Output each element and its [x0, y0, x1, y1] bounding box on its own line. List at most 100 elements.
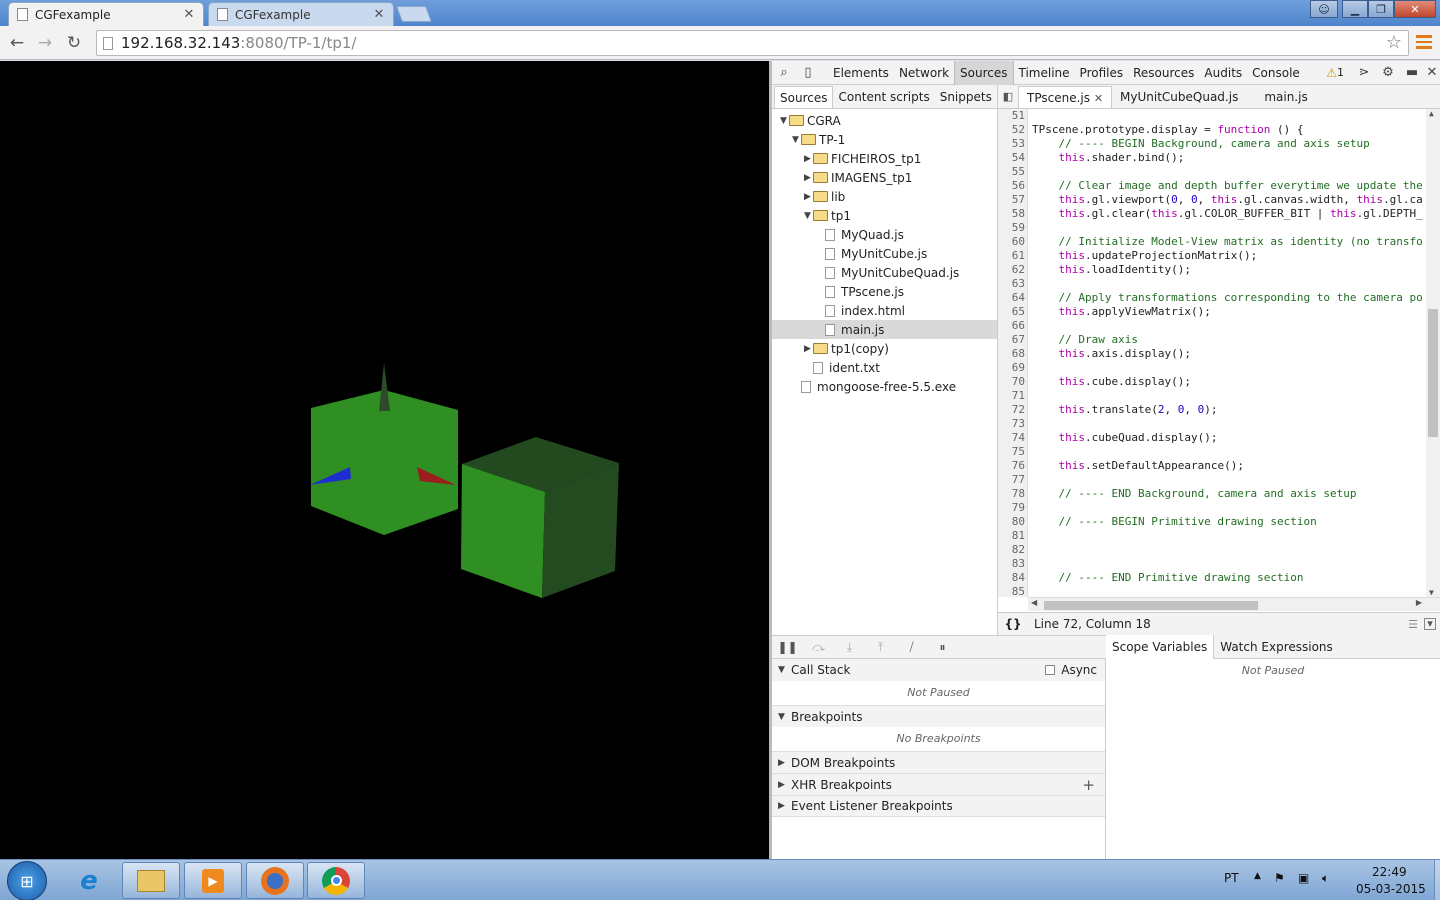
dom-breakpoints-header[interactable]: ▶ DOM Breakpoints — [772, 751, 1105, 773]
code-line[interactable] — [1032, 109, 1440, 123]
line-number[interactable]: 69 — [998, 361, 1027, 375]
xhr-breakpoints-header[interactable]: ▶ XHR Breakpoints + — [772, 773, 1105, 795]
panel-audits[interactable]: Audits — [1199, 61, 1247, 85]
firefox-icon[interactable] — [246, 862, 304, 899]
line-number[interactable]: 77 — [998, 473, 1027, 487]
step-out-icon[interactable]: ⤒ — [865, 640, 896, 655]
code-line[interactable]: this.translate(2, 0, 0); — [1032, 403, 1440, 417]
step-into-icon[interactable]: ⤓ — [834, 640, 865, 655]
bookmark-star-icon[interactable]: ☆ — [1386, 32, 1402, 53]
tree-item[interactable]: ▶ IMAGENS_tp1 — [772, 168, 997, 187]
reload-icon[interactable]: ↻ — [61, 30, 87, 56]
collapsed-triangle-icon[interactable]: ▶ — [802, 344, 813, 354]
device-mode-icon[interactable]: ▯ — [796, 65, 820, 80]
navigator-tab-snippets[interactable]: Snippets — [935, 86, 997, 108]
line-number[interactable]: 51 — [998, 109, 1027, 123]
expanded-triangle-icon[interactable]: ▼ — [802, 211, 813, 221]
code-line[interactable] — [1032, 361, 1440, 375]
pause-on-exceptions-icon[interactable]: ⏸ — [927, 640, 958, 655]
panel-sources[interactable]: Sources — [954, 60, 1014, 85]
code-area[interactable]: 51 52 53 54 55 56 57 58 59 60 61 62 63 64 65 66 67 68 69 70… — [998, 109, 1440, 597]
editor-tab-tpscene[interactable]: TPscene.js ✕ — [1018, 85, 1113, 108]
line-number[interactable]: 85 — [998, 585, 1027, 597]
back-icon[interactable]: ← — [4, 30, 30, 56]
code-line[interactable]: // ---- END Background, camera and axis … — [1032, 487, 1440, 501]
tree-item[interactable]: MyQuad.js — [772, 225, 997, 244]
vertical-scrollbar[interactable]: ▲ ▼ — [1426, 109, 1440, 597]
line-number[interactable]: 80 — [998, 515, 1027, 529]
browser-tab-2[interactable]: CGFexample ✕ — [208, 2, 394, 26]
media-player-icon[interactable]: ▶ — [184, 862, 242, 899]
code-line[interactable] — [1032, 277, 1440, 291]
line-number[interactable]: 58 — [998, 207, 1027, 221]
line-number[interactable]: 72 — [998, 403, 1027, 417]
breakpoints-header[interactable]: ▼ Breakpoints — [772, 705, 1105, 727]
code-line[interactable]: // Apply transformations corresponding t… — [1032, 291, 1440, 305]
line-number[interactable]: 81 — [998, 529, 1027, 543]
code-lines[interactable]: TPscene.prototype.display = function () … — [1032, 109, 1440, 597]
deactivate-breakpoints-icon[interactable]: ⧸ — [896, 640, 927, 655]
tree-item[interactable]: ▼ CGRA — [772, 111, 997, 130]
line-number[interactable]: 83 — [998, 557, 1027, 571]
close-devtools-icon[interactable]: ✕ — [1424, 65, 1440, 80]
line-number[interactable]: 66 — [998, 319, 1027, 333]
show-hidden-icons-icon[interactable]: ▲ — [1254, 871, 1261, 881]
code-line[interactable]: this.cube.display(); — [1032, 375, 1440, 389]
pretty-print-button[interactable]: {} — [998, 617, 1028, 631]
file-explorer-icon[interactable] — [122, 862, 180, 899]
code-line[interactable]: this.loadIdentity(); — [1032, 263, 1440, 277]
chrome-menu-icon[interactable] — [1416, 35, 1432, 49]
event-breakpoints-header[interactable]: ▶ Event Listener Breakpoints — [772, 795, 1105, 817]
code-line[interactable]: this.setDefaultAppearance(); — [1032, 459, 1440, 473]
internet-explorer-icon[interactable]: e — [60, 862, 118, 899]
code-line[interactable]: this.gl.clear(this.gl.COLOR_BUFFER_BIT |… — [1032, 207, 1440, 221]
code-line[interactable] — [1032, 417, 1440, 431]
forward-icon[interactable]: → — [32, 30, 58, 56]
code-line[interactable]: this.gl.viewport(0, 0, this.gl.canvas.wi… — [1032, 193, 1440, 207]
minimize-icon[interactable]: ▁ — [1342, 0, 1368, 18]
navigator-tab-sources[interactable]: Sources — [774, 85, 834, 108]
dock-side-icon[interactable]: ▬ — [1400, 65, 1424, 80]
panel-resources[interactable]: Resources — [1128, 61, 1199, 85]
scroll-left-icon[interactable]: ◀ — [1031, 598, 1037, 607]
collapsed-triangle-icon[interactable]: ▶ — [802, 154, 813, 164]
close-icon[interactable]: ✕ — [1394, 0, 1436, 18]
line-number[interactable]: 76 — [998, 459, 1027, 473]
tree-item[interactable]: ▶ tp1(copy) — [772, 339, 997, 358]
line-number[interactable]: 56 — [998, 179, 1027, 193]
line-number[interactable]: 71 — [998, 389, 1027, 403]
toggle-debugger-icon[interactable]: ▾ — [1424, 618, 1436, 630]
tree-item[interactable]: mongoose-free-5.5.exe — [772, 377, 997, 396]
line-number[interactable]: 59 — [998, 221, 1027, 235]
expanded-triangle-icon[interactable]: ▼ — [790, 135, 801, 145]
tree-item[interactable]: MyUnitCube.js — [772, 244, 997, 263]
tab-scope-variables[interactable]: Scope Variables — [1106, 634, 1215, 659]
address-bar[interactable]: 192.168.32.143:8080/TP-1/tp1/ ☆ — [96, 30, 1409, 56]
line-number[interactable]: 52 — [998, 123, 1027, 137]
navigator-tab-content-scripts[interactable]: Content scripts — [833, 86, 934, 108]
line-number[interactable]: 62 — [998, 263, 1027, 277]
code-line[interactable] — [1032, 473, 1440, 487]
collapsed-triangle-icon[interactable]: ▶ — [802, 173, 813, 183]
code-line[interactable] — [1032, 389, 1440, 403]
network-icon[interactable]: ▣ — [1298, 871, 1309, 885]
new-tab-button[interactable] — [396, 6, 432, 22]
warning-icon[interactable]: ⚠ — [1326, 66, 1337, 80]
vertical-scroll-thumb[interactable] — [1428, 309, 1438, 437]
line-number[interactable]: 67 — [998, 333, 1027, 347]
code-line[interactable] — [1032, 529, 1440, 543]
drawer-lines-icon[interactable]: ☰ — [1408, 618, 1418, 631]
code-line[interactable] — [1032, 165, 1440, 179]
tree-item[interactable]: main.js — [772, 320, 997, 339]
tab-close-icon[interactable]: ✕ — [183, 7, 195, 22]
horizontal-scroll-thumb[interactable] — [1044, 601, 1258, 610]
settings-gear-icon[interactable]: ⚙ — [1376, 65, 1400, 80]
code-line[interactable]: // Initialize Model-View matrix as ident… — [1032, 235, 1440, 249]
start-button[interactable]: ⊞ — [7, 861, 47, 900]
horizontal-scrollbar[interactable]: ◀ ▶ — [1028, 597, 1440, 611]
code-line[interactable]: TPscene.prototype.display = function () … — [1032, 123, 1440, 137]
line-number[interactable]: 57 — [998, 193, 1027, 207]
code-line[interactable]: this.applyViewMatrix(); — [1032, 305, 1440, 319]
panel-console[interactable]: Console — [1247, 61, 1305, 85]
tree-item[interactable]: MyUnitCubeQuad.js — [772, 263, 997, 282]
